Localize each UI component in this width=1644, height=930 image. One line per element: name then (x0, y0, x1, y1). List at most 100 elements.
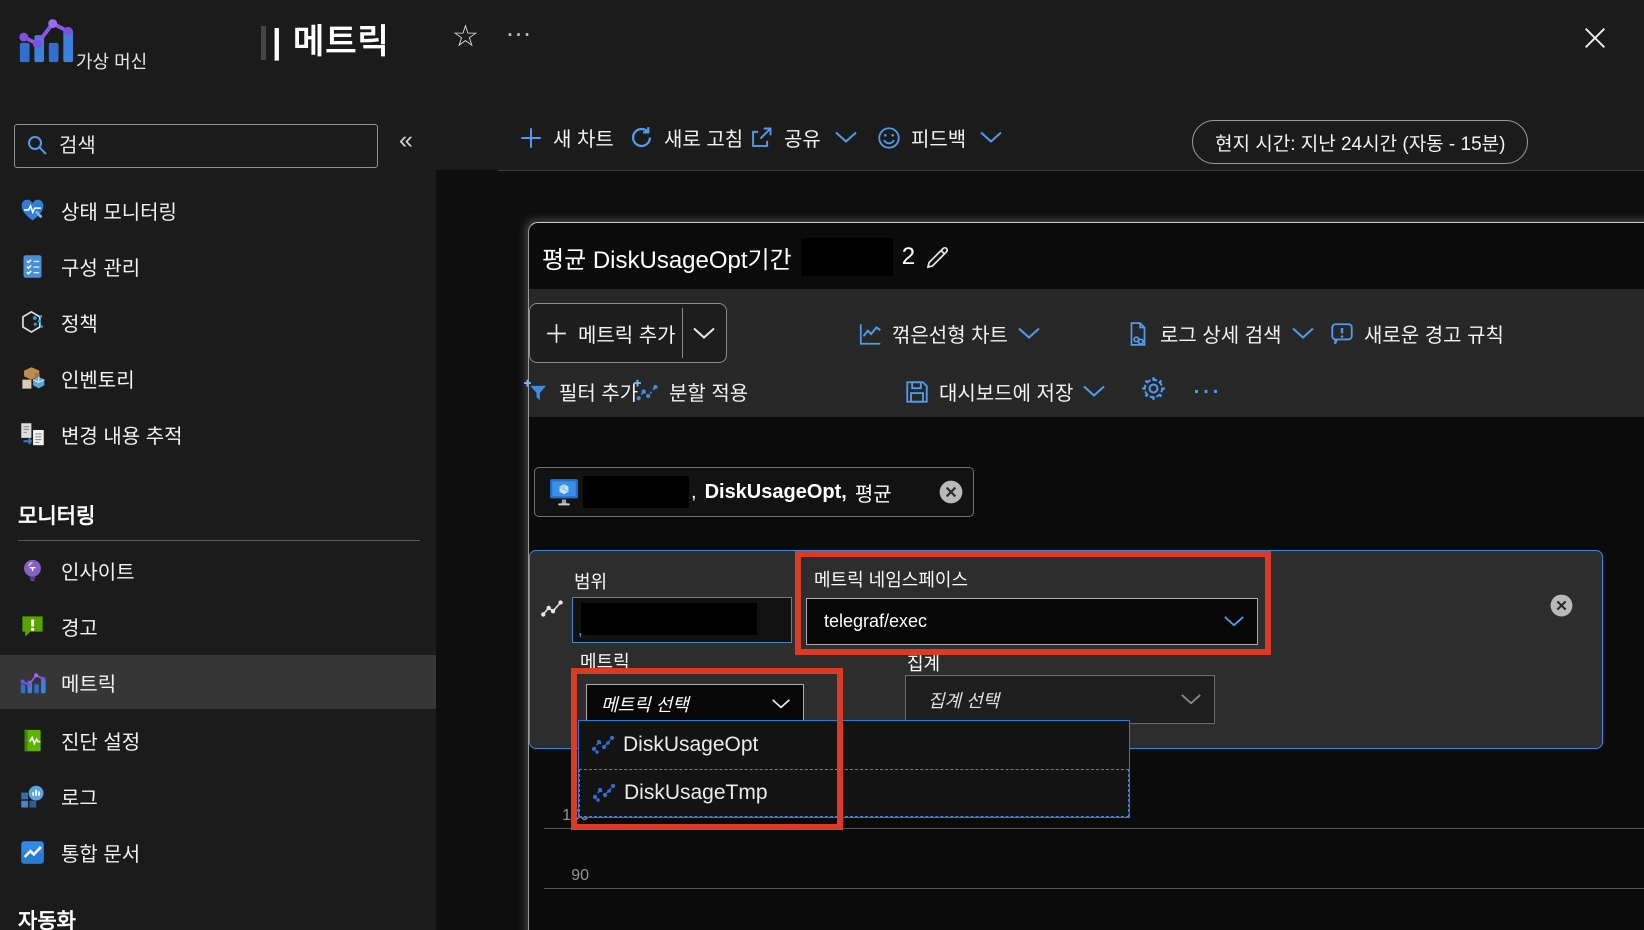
apply-splitting-button[interactable]: 분할 적용 (633, 377, 748, 406)
apply-splitting-label: 분할 적용 (669, 377, 748, 406)
search-icon (25, 133, 49, 157)
sidebar-item-inventory[interactable]: 인벤토리 (0, 351, 436, 405)
diagnostic-settings-icon (19, 727, 46, 754)
pill-aggregation: 평균 (855, 478, 892, 507)
chevron-down-icon (1291, 326, 1315, 341)
gridline-90 (544, 888, 1644, 889)
metric-namespace-label: 메트릭 네임스페이스 (814, 566, 968, 592)
sidebar-collapse-icon[interactable]: « (399, 126, 413, 155)
toolbar-more-icon[interactable]: … (1191, 367, 1221, 401)
chart-title: 평균 DiskUsageOpt기간 (542, 240, 792, 275)
toolbar-divider (498, 170, 1644, 171)
metric-chart-panel: 평균 DiskUsageOpt기간 2 메트릭 추가 꺾은선형 차트 (528, 222, 1644, 930)
drill-into-logs-button[interactable]: 로그 상세 검색 (1125, 319, 1315, 348)
document-link-icon (1125, 321, 1151, 347)
drill-into-logs-label: 로그 상세 검색 (1160, 319, 1282, 348)
new-alert-rule-button[interactable]: 새로운 경고 규칙 (1329, 319, 1504, 348)
aggregation-select[interactable]: 집계 선택 (905, 675, 1215, 724)
remove-metric-icon[interactable] (938, 479, 964, 505)
sidebar-item-workbooks[interactable]: 통합 문서 (0, 825, 436, 879)
close-icon[interactable] (1581, 24, 1609, 52)
app-subtitle: 가상 머신 (76, 48, 147, 74)
chevron-down-icon (834, 130, 858, 145)
smiley-icon (876, 125, 902, 151)
metric-option-label: DiskUsageTmp (624, 781, 768, 805)
metric-option-diskusagetmp[interactable]: DiskUsageTmp (579, 769, 1129, 817)
refresh-button[interactable]: 새로 고침 (628, 123, 743, 152)
add-metric-split-button[interactable]: 메트릭 추가 (529, 303, 727, 363)
sidebar-item-alerts[interactable]: 경고 (0, 599, 436, 653)
page-title: | 메트릭 (272, 14, 390, 63)
metric-namespace-select[interactable]: telegraf/exec (806, 598, 1258, 645)
logs-icon (19, 783, 46, 810)
chevron-down-icon (771, 698, 791, 710)
scope-label: 범위 (574, 568, 607, 594)
metric-option-diskusageopt[interactable]: DiskUsageOpt (579, 721, 1129, 769)
sidebar-search[interactable] (14, 124, 378, 168)
metric-dropdown-flyout: DiskUsageOpt DiskUsageTmp (578, 720, 1130, 818)
more-options-icon[interactable]: … (505, 14, 532, 41)
new-alert-rule-label: 새로운 경고 규칙 (1364, 319, 1504, 348)
favorite-star-icon[interactable]: ☆ (452, 22, 479, 52)
sidebar-item-policy[interactable]: 정책 (0, 295, 436, 349)
sidebar-item-health-monitoring[interactable]: 상태 모니터링 (0, 183, 436, 237)
resource-menu-sidebar: « 상태 모니터링 구성 관리 정책 인벤토리 변경 내용 추적 (0, 100, 436, 930)
page-header: 가상 머신 | 메트릭 ☆ … (0, 0, 1644, 100)
sidebar-item-change-tracking[interactable]: 변경 내용 추적 (0, 407, 436, 461)
sidebar-item-label: 로그 (61, 782, 98, 811)
sidebar-item-configuration-management[interactable]: 구성 관리 (0, 239, 436, 293)
add-filter-button[interactable]: 필터 추가 (523, 377, 638, 406)
policy-icon (19, 309, 46, 336)
sidebar-item-label: 통합 문서 (61, 838, 140, 867)
sidebar-item-label: 경고 (61, 612, 98, 641)
share-icon (748, 124, 775, 151)
metric-placeholder: 메트릭 선택 (601, 691, 689, 717)
refresh-label: 새로 고침 (664, 123, 743, 152)
sidebar-section-automation: 자동화 (18, 905, 76, 930)
chevron-down-icon (1082, 384, 1106, 399)
resource-name-redaction (583, 476, 689, 508)
sidebar-item-metrics[interactable]: 메트릭 (0, 655, 436, 709)
sidebar-section-monitoring: 모니터링 (18, 500, 95, 530)
sidebar-item-insights[interactable]: 인사이트 (0, 543, 436, 597)
feedback-button[interactable]: 피드백 (876, 123, 1003, 152)
sidebar-item-diagnostic-settings[interactable]: 진단 설정 (0, 713, 436, 767)
y-axis-tick-90: 90 (543, 867, 589, 885)
sidebar-item-label: 진단 설정 (61, 726, 140, 755)
pill-comma: , (691, 481, 697, 504)
chart-title-suffix: 2 (902, 243, 915, 271)
sidebar-item-logs[interactable]: 로그 (0, 769, 436, 823)
new-chart-label: 새 차트 (553, 123, 614, 152)
inventory-icon (19, 365, 46, 392)
metric-select[interactable]: 메트릭 선택 (586, 684, 804, 723)
scope-input[interactable]: , (572, 597, 792, 643)
filter-plus-icon (523, 378, 550, 405)
sidebar-item-label: 인사이트 (61, 556, 135, 585)
settings-gear-icon[interactable] (1139, 374, 1168, 403)
edit-pencil-icon[interactable] (924, 244, 951, 271)
sidebar-divider (18, 540, 420, 541)
share-button[interactable]: 공유 (748, 123, 858, 152)
remove-editor-row-icon[interactable] (1549, 593, 1574, 618)
metric-namespace-value: telegraf/exec (824, 611, 927, 632)
save-to-dashboard-button[interactable]: 대시보드에 저장 (904, 377, 1106, 406)
metric-pill[interactable]: , DiskUsageOpt, 평균 (534, 467, 974, 517)
search-input[interactable] (57, 125, 361, 167)
chart-type-button[interactable]: 꺾은선형 차트 (857, 319, 1041, 348)
workbooks-icon (19, 839, 46, 866)
alerts-icon (19, 613, 46, 640)
virtual-machine-icon (549, 478, 579, 506)
chevron-down-icon[interactable] (692, 326, 716, 341)
share-label: 공유 (784, 123, 821, 152)
sidebar-item-label: 인벤토리 (61, 364, 135, 393)
chevron-down-icon (1223, 615, 1245, 628)
chart-title-redaction (801, 238, 893, 276)
chevron-down-icon (1180, 693, 1202, 706)
chart-toolbar-band: 메트릭 추가 꺾은선형 차트 로그 상세 검색 새로운 경고 규칙 필터 추 (529, 289, 1644, 417)
metrics-logo-icon (16, 12, 74, 66)
chart-type-label: 꺾은선형 차트 (892, 319, 1008, 348)
sidebar-item-label: 메트릭 (61, 668, 116, 697)
split-divider (682, 308, 683, 358)
time-range-picker[interactable]: 현지 시간: 지난 24시간 (자동 - 15분) (1192, 120, 1528, 164)
new-chart-button[interactable]: 새 차트 (518, 123, 614, 152)
